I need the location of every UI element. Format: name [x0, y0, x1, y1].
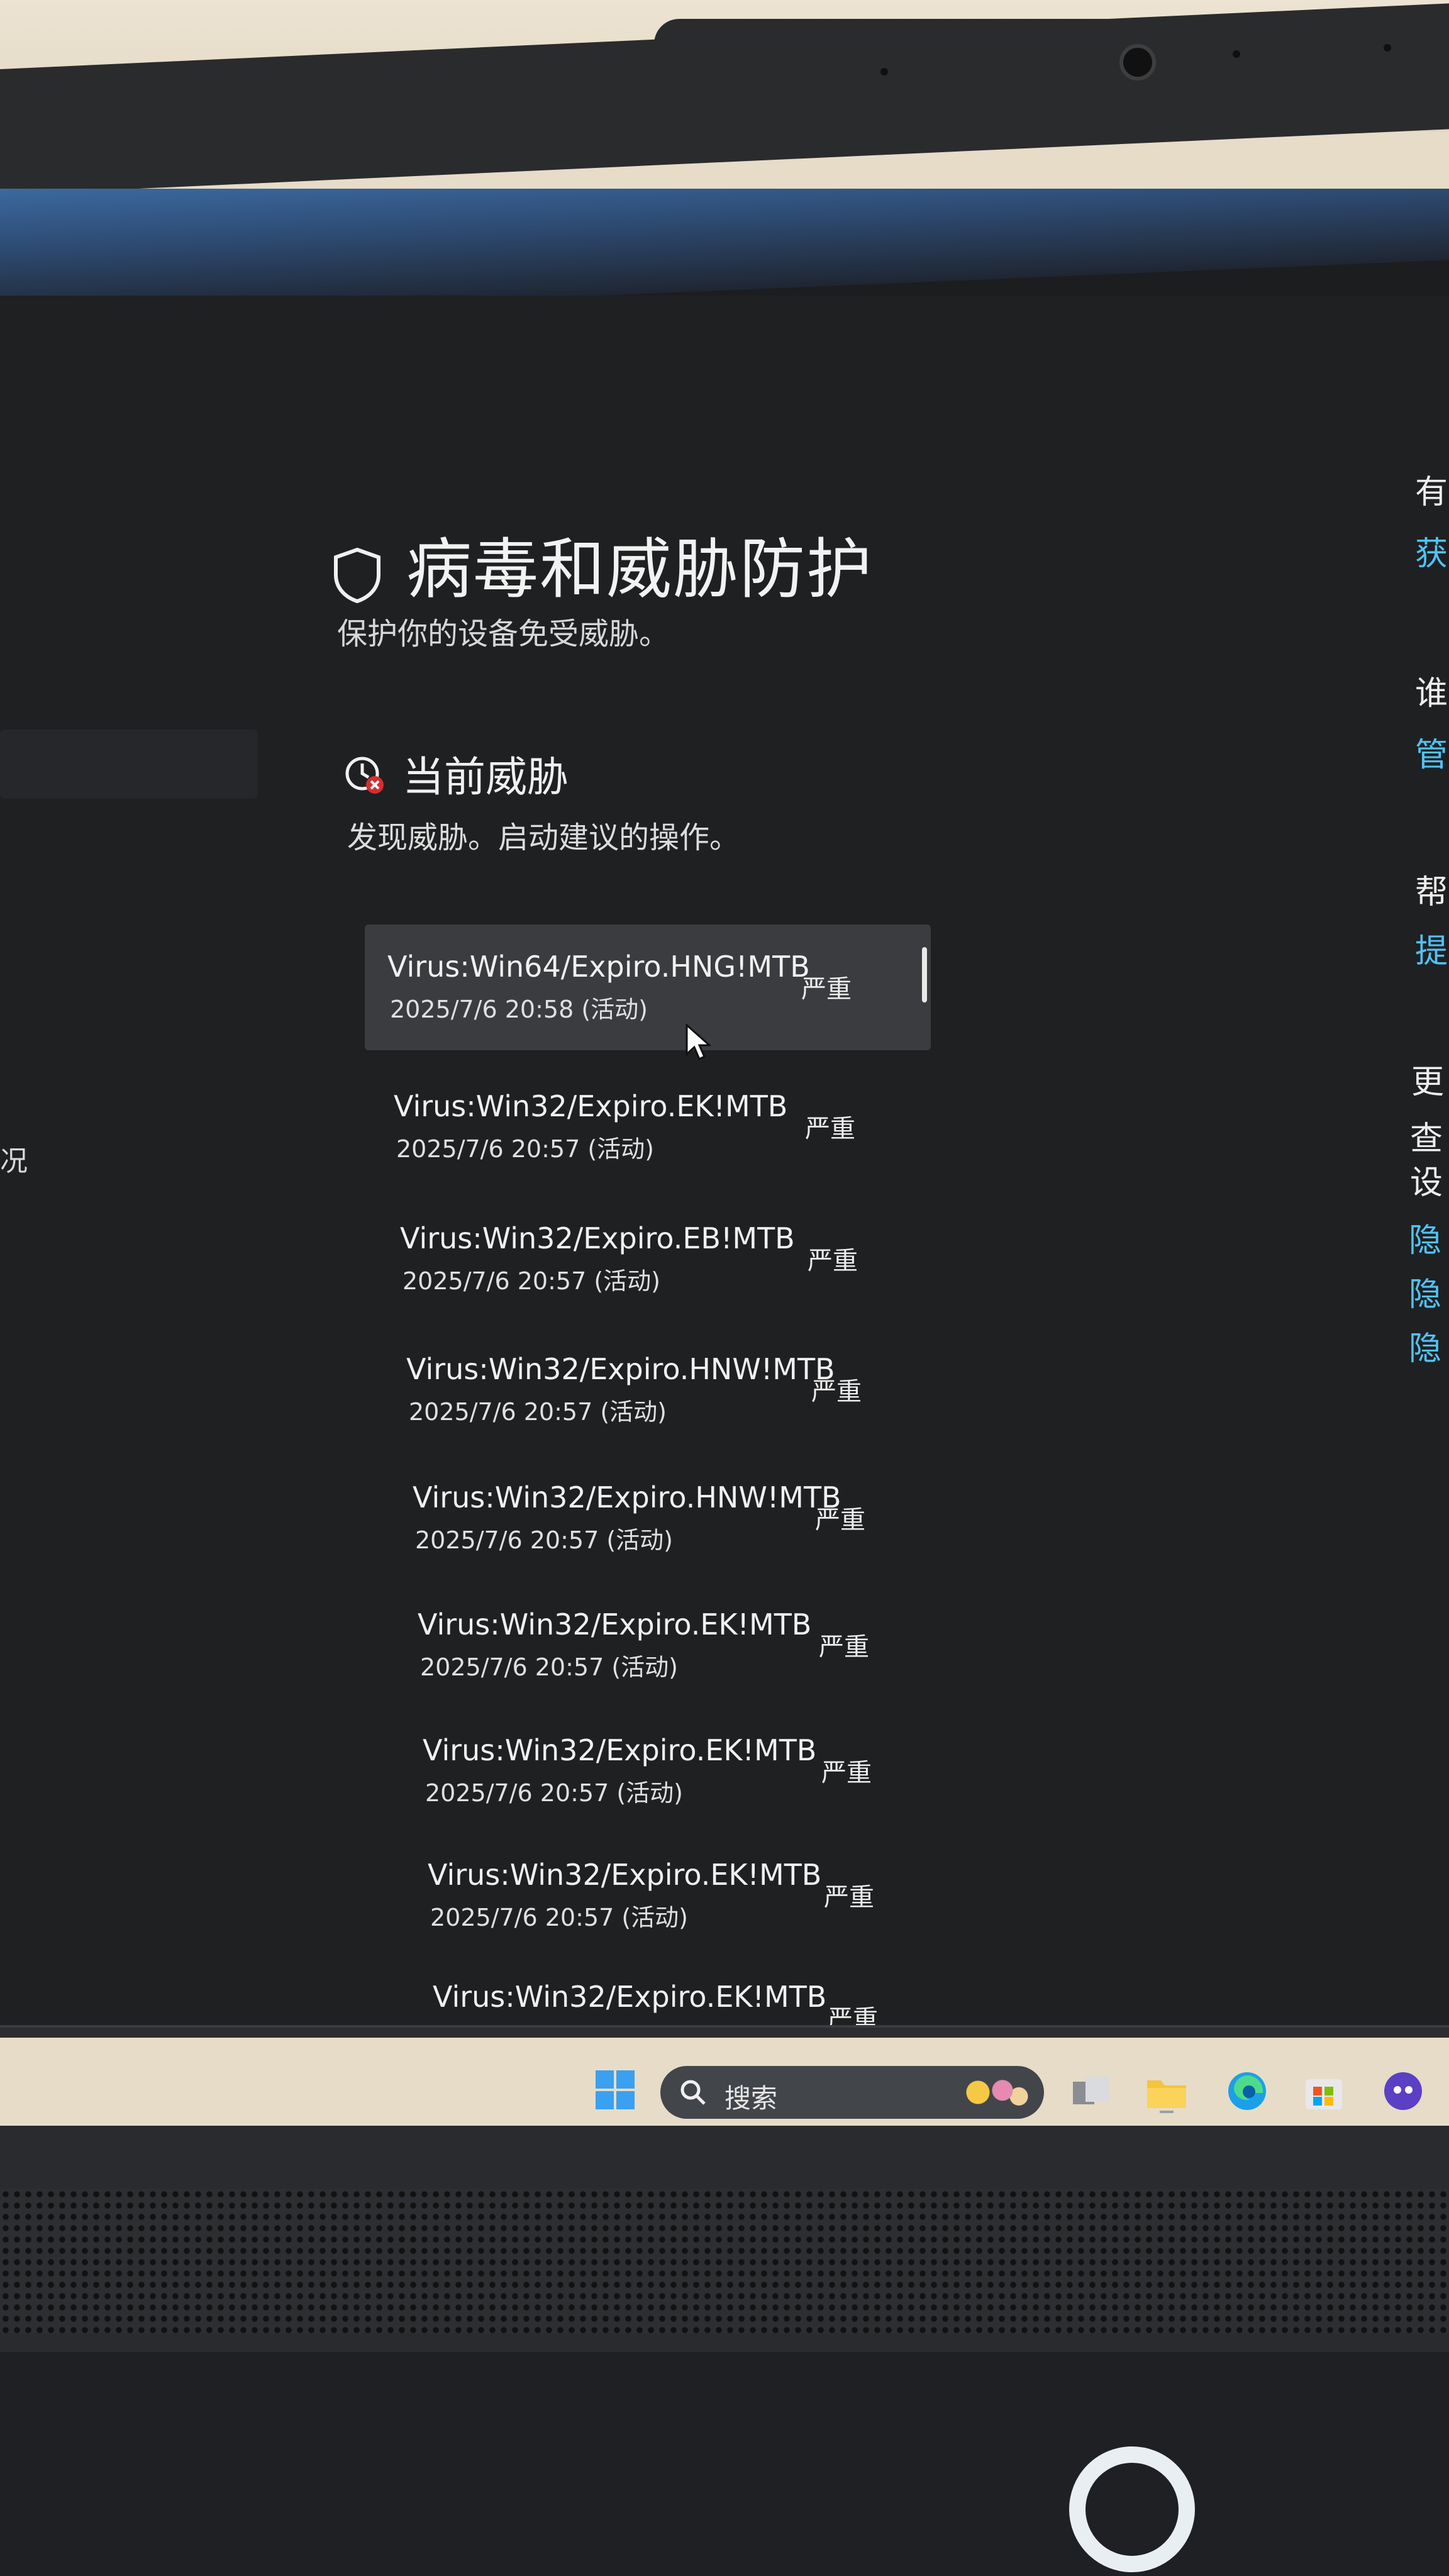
threat-date: 2025/7/6 20:57 (活动) — [409, 1398, 667, 1426]
taskbar — [0, 2025, 1449, 2038]
threat-row[interactable]: Virus:Win64/Expiro.HNG!MTB 2025/7/6 20:5… — [365, 924, 931, 1050]
threat-date: 2025/7/6 20:57 (活动) — [425, 1779, 683, 1807]
sidebar-heading: 更 — [1411, 1063, 1445, 1101]
sensor-dot — [1384, 44, 1391, 52]
threat-date: 2025/7/6 20:58 (活动) — [390, 996, 648, 1023]
threat-date: 2025/7/6 20:57 (活动) — [430, 1904, 688, 1931]
threat-row[interactable]: Virus:Win32/Expiro.EK!MTB 2025/7/6 20:57… — [395, 1582, 936, 1708]
threat-name: Virus:Win32/Expiro.EK!MTB — [394, 1089, 788, 1123]
threat-severity: 严重 — [801, 975, 852, 1004]
copilot-app-icon[interactable] — [1381, 2069, 1425, 2113]
threat-date: 2025/7/6 20:57 (活动) — [402, 1267, 660, 1295]
sidebar-link[interactable]: 获 — [1415, 527, 1448, 574]
threat-list: Virus:Win64/Expiro.HNG!MTB 2025/7/6 20:5… — [0, 296, 1449, 2038]
threat-severity: 严重 — [811, 1377, 862, 1406]
speaker-grille — [0, 2189, 1449, 2333]
sidebar-link[interactable]: 提 — [1415, 924, 1448, 972]
threat-severity: 严重 — [805, 1114, 855, 1143]
sensor-dot — [1233, 50, 1240, 58]
privacy-link[interactable]: 隐 — [1409, 1268, 1441, 1315]
sidebar-text: 设 — [1410, 1164, 1443, 1202]
threat-row[interactable]: Virus:Win32/Expiro.HNW!MTB 2025/7/6 20:5… — [390, 1455, 931, 1581]
threat-row[interactable]: Virus:Win32/Expiro.EK!MTB 2025/7/6 20:57… — [371, 1064, 912, 1190]
threat-date: 2025/7/6 20:57 (活动) — [415, 1526, 673, 1554]
sidebar-heading: 谁 — [1415, 675, 1448, 713]
threat-severity: 严重 — [808, 1246, 858, 1275]
threat-name: Virus:Win32/Expiro.EK!MTB — [423, 1733, 817, 1767]
microsoft-store-icon[interactable] — [1302, 2069, 1346, 2113]
webcam — [1119, 44, 1156, 80]
right-sidebar: 有 获 谁 管 帮 提 更 查 设 隐 隐 隐 — [1409, 296, 1449, 2031]
windows-start-icon[interactable] — [594, 2069, 636, 2111]
power-button-ring-icon[interactable] — [1069, 2446, 1195, 2572]
sidebar-heading: 帮 — [1415, 874, 1448, 911]
threat-severity: 严重 — [819, 1633, 869, 1662]
sensor-dot — [880, 68, 888, 75]
threat-severity: 严重 — [821, 1758, 872, 1787]
sidebar-heading: 有 — [1415, 474, 1448, 511]
threat-name: Virus:Win32/Expiro.EB!MTB — [400, 1221, 795, 1255]
threat-row[interactable]: Virus:Win32/Expiro.EB!MTB 2025/7/6 20:57… — [377, 1196, 918, 1322]
threat-name: Virus:Win32/Expiro.EK!MTB — [433, 1980, 827, 2014]
threat-row[interactable]: Virus:Win32/Expiro.HNW!MTB 2025/7/6 20:5… — [384, 1327, 924, 1453]
threat-name: Virus:Win32/Expiro.EK!MTB — [418, 1607, 812, 1641]
threat-date: 2025/7/6 20:57 (活动) — [420, 1653, 678, 1681]
laptop-deck — [0, 2352, 1449, 2576]
task-view-icon[interactable] — [1069, 2069, 1113, 2113]
scrollbar-thumb[interactable] — [922, 947, 927, 1002]
threat-date: 2025/7/6 20:57 (活动) — [396, 1135, 654, 1163]
threat-name: Virus:Win32/Expiro.EK!MTB — [428, 1858, 822, 1892]
sidebar-text: 查 — [1410, 1120, 1443, 1158]
threat-row[interactable]: Virus:Win32/Expiro.EK!MTB 2025/7/6 20:57… — [405, 1833, 946, 1958]
threat-severity: 严重 — [815, 1506, 865, 1535]
laptop-screen: 况 病毒和威胁防护 保护你的设备免受威胁。 当前威胁 发现威胁。启动建议的操作。… — [0, 189, 1449, 2038]
threat-name: Virus:Win32/Expiro.HNW!MTB — [406, 1352, 835, 1386]
search-highlight-image — [953, 2072, 1035, 2112]
threat-name: Virus:Win32/Expiro.HNW!MTB — [413, 1480, 841, 1514]
threat-severity: 严重 — [824, 1883, 874, 1912]
privacy-link[interactable]: 隐 — [1409, 1322, 1441, 1369]
threat-name: Virus:Win64/Expiro.HNG!MTB — [387, 950, 810, 984]
privacy-link[interactable]: 隐 — [1409, 1214, 1441, 1261]
edge-browser-icon[interactable] — [1225, 2069, 1269, 2113]
sidebar-link[interactable]: 管 — [1415, 728, 1448, 775]
taskbar-search-box[interactable]: 搜索 — [660, 2066, 1044, 2119]
threat-row[interactable]: Virus:Win32/Expiro.EK!MTB 2025/7/6 20:57… — [400, 1708, 941, 1834]
file-explorer-icon[interactable] — [1145, 2069, 1189, 2113]
search-icon — [680, 2080, 706, 2105]
mouse-cursor-icon — [686, 1024, 711, 1061]
windows-security-window: 况 病毒和威胁防护 保护你的设备免受威胁。 当前威胁 发现威胁。启动建议的操作。… — [0, 296, 1449, 2038]
search-placeholder: 搜索 — [724, 2083, 778, 2114]
